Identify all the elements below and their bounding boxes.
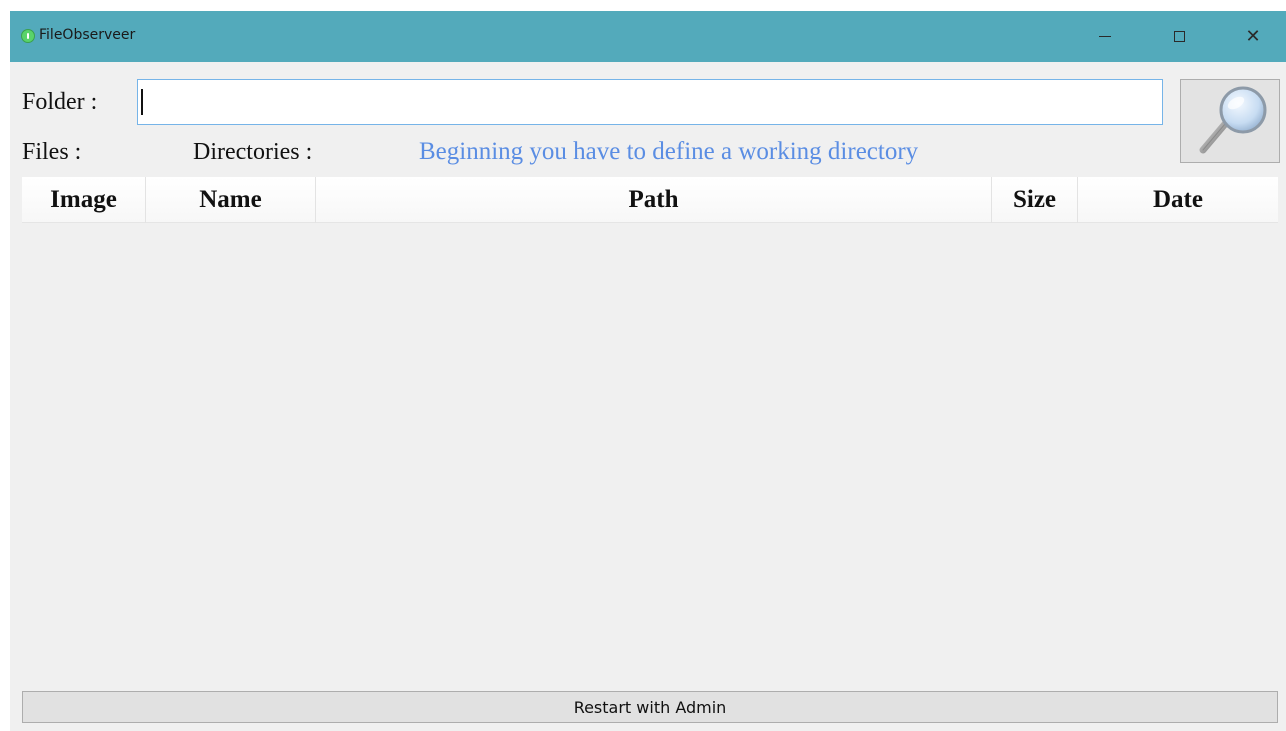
files-count-label: Files :	[22, 139, 82, 165]
magnifier-icon	[1199, 86, 1267, 154]
minimize-icon	[1099, 36, 1111, 37]
column-header-date[interactable]: Date	[1078, 177, 1278, 223]
column-header-image[interactable]: Image	[22, 177, 146, 223]
restart-with-admin-button[interactable]: Restart with Admin	[22, 691, 1278, 723]
close-button[interactable]: ✕	[1230, 11, 1276, 62]
table-header: Image Name Path Size Date	[22, 177, 1278, 223]
maximize-icon	[1173, 31, 1185, 42]
folder-label: Folder :	[22, 89, 98, 115]
close-icon: ✕	[1245, 25, 1261, 47]
app-icon	[21, 29, 35, 43]
title-bar[interactable]: FileObserveer ✕	[10, 11, 1286, 62]
folder-input[interactable]	[137, 79, 1163, 125]
directories-count-label: Directories :	[193, 139, 313, 165]
column-header-size[interactable]: Size	[992, 177, 1078, 223]
window-title: FileObserveer	[39, 27, 136, 43]
text-caret	[141, 89, 143, 115]
browse-folder-button[interactable]	[1180, 79, 1280, 163]
files-table[interactable]: Image Name Path Size Date	[22, 177, 1278, 683]
maximize-button[interactable]	[1156, 11, 1202, 62]
column-header-name[interactable]: Name	[146, 177, 316, 223]
status-hint: Beginning you have to define a working d…	[419, 138, 919, 165]
minimize-button[interactable]	[1082, 11, 1128, 62]
app-window: FileObserveer ✕ Folder : Files: Directo…	[10, 11, 1286, 731]
column-header-path[interactable]: Path	[316, 177, 992, 223]
